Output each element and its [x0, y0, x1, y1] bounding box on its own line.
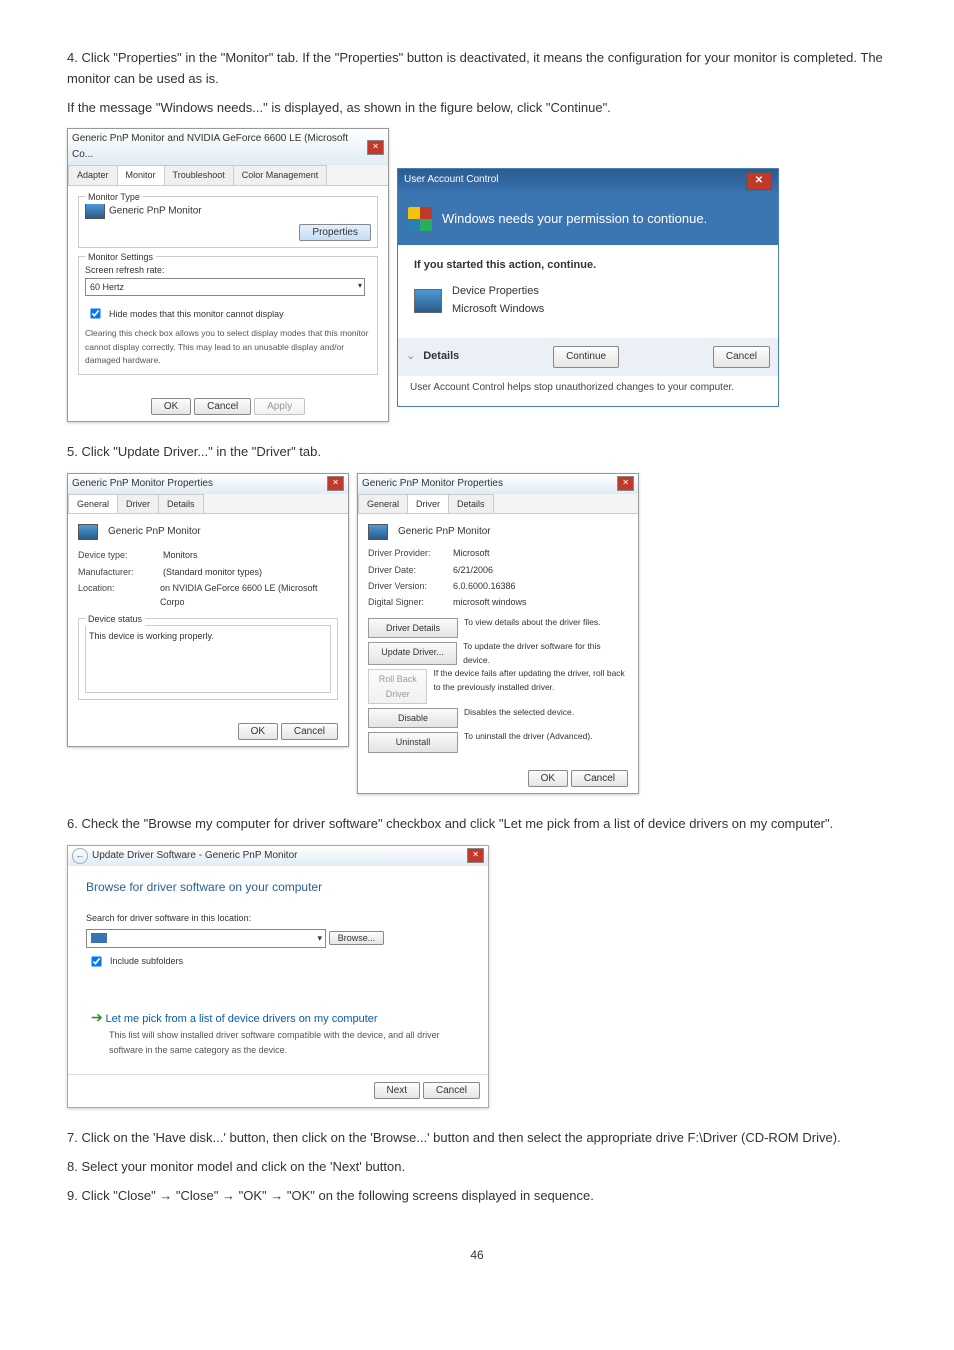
step5: 5. Click "Update Driver..." in the "Driv…	[67, 442, 887, 463]
uac-title: User Account Control	[404, 172, 499, 190]
close-icon[interactable]: ✕	[367, 140, 384, 155]
step9: 9. Click "Close" → "Close" → "OK" → "OK"…	[67, 1186, 887, 1207]
driver-details-button[interactable]: Driver Details	[368, 618, 458, 638]
dialog-title: Generic PnP Monitor and NVIDIA GeForce 6…	[72, 131, 367, 163]
cancel-button[interactable]: Cancel	[281, 723, 338, 740]
tab-driver[interactable]: Driver	[407, 494, 449, 513]
close-icon[interactable]: ✕	[327, 476, 344, 491]
status-text: This device is working properly.	[85, 625, 331, 693]
monitor-icon	[368, 524, 388, 540]
properties-button[interactable]: Properties	[299, 224, 371, 241]
chevron-down-icon[interactable]: ⌄	[406, 348, 415, 366]
ok-button[interactable]: OK	[528, 770, 568, 787]
step8: 8. Select your monitor model and click o…	[67, 1157, 887, 1178]
pick-from-list-option[interactable]: ➔ Let me pick from a list of device driv…	[86, 1001, 470, 1062]
driver-version: 6.0.6000.16386	[453, 579, 516, 593]
apply-button[interactable]: Apply	[254, 398, 305, 415]
include-sub-label: Include subfolders	[110, 954, 183, 968]
tab-adapter[interactable]: Adapter	[68, 165, 118, 184]
uac-started-text: If you started this action, continue.	[414, 257, 762, 275]
device-heading: Generic PnP Monitor	[398, 524, 491, 540]
wizard-title: Update Driver Software - Generic PnP Mon…	[92, 848, 297, 864]
hide-modes-label: Hide modes that this monitor cannot disp…	[109, 307, 284, 321]
monitor-type-label: Monitor Type	[85, 190, 143, 204]
uninstall-button[interactable]: Uninstall	[368, 732, 458, 752]
continue-button[interactable]: Continue	[553, 346, 619, 368]
tab-troubleshoot[interactable]: Troubleshoot	[164, 165, 234, 184]
browse-button[interactable]: Browse...	[329, 931, 385, 945]
dialog-title: Generic PnP Monitor Properties	[72, 476, 213, 492]
location: on NVIDIA GeForce 6600 LE (Microsoft Cor…	[160, 581, 338, 610]
update-driver-wizard: ← Update Driver Software - Generic PnP M…	[67, 845, 489, 1108]
monitor-icon	[85, 203, 105, 219]
next-button[interactable]: Next	[374, 1082, 421, 1099]
uac-prop-name: Device Properties	[452, 283, 544, 301]
shield-icon	[408, 207, 432, 231]
tab-details[interactable]: Details	[448, 494, 494, 513]
step6: 6. Check the "Browse my computer for dri…	[67, 814, 887, 835]
status-group-label: Device status	[85, 612, 145, 626]
close-icon[interactable]: ✕	[746, 172, 772, 190]
search-label: Search for driver software in this locat…	[86, 911, 470, 925]
arrow-icon: ➔	[91, 1009, 103, 1025]
uac-details[interactable]: Details	[423, 348, 459, 366]
driver-date: 6/21/2006	[453, 563, 493, 577]
figure-step6: ← Update Driver Software - Generic PnP M…	[67, 845, 887, 1108]
monitor-icon	[78, 524, 98, 540]
monitor-settings-label: Monitor Settings	[85, 250, 156, 264]
figure-step5: Generic PnP Monitor Properties ✕ General…	[67, 473, 887, 794]
digital-signer: microsoft windows	[453, 595, 527, 609]
pick-label: Let me pick from a list of device driver…	[106, 1013, 378, 1025]
ok-button[interactable]: OK	[151, 398, 191, 415]
device-heading: Generic PnP Monitor	[108, 524, 201, 540]
device-type: Monitors	[163, 548, 198, 562]
driver-provider: Microsoft	[453, 546, 490, 560]
disable-button[interactable]: Disable	[368, 708, 458, 728]
tab-details[interactable]: Details	[158, 494, 204, 513]
tab-general[interactable]: General	[68, 494, 118, 513]
cancel-button[interactable]: Cancel	[713, 346, 770, 368]
hide-modes-checkbox[interactable]	[90, 309, 100, 319]
refresh-rate-dropdown[interactable]: 60 Hertz	[85, 278, 365, 296]
page-number: 46	[67, 1246, 887, 1265]
dialog-title: Generic PnP Monitor Properties	[362, 476, 503, 492]
monitor-properties-dialog: Generic PnP Monitor and NVIDIA GeForce 6…	[67, 128, 389, 422]
uac-banner-text: Windows needs your permission to contion…	[442, 209, 707, 230]
uac-dialog: User Account Control ✕ Windows needs you…	[397, 168, 779, 407]
cancel-button[interactable]: Cancel	[423, 1082, 480, 1099]
pick-desc: This list will show installed driver sof…	[109, 1028, 465, 1057]
hide-modes-desc: Clearing this check box allows you to se…	[85, 327, 371, 368]
driver-properties-dialog: Generic PnP Monitor Properties ✕ General…	[357, 473, 639, 794]
general-properties-dialog: Generic PnP Monitor Properties ✕ General…	[67, 473, 349, 747]
close-icon[interactable]: ✕	[467, 848, 484, 863]
tab-monitor[interactable]: Monitor	[117, 165, 165, 184]
back-icon[interactable]: ←	[72, 848, 88, 864]
ok-button[interactable]: OK	[238, 723, 278, 740]
tab-color[interactable]: Color Management	[233, 165, 328, 184]
tab-driver[interactable]: Driver	[117, 494, 159, 513]
figure-step4: Generic PnP Monitor and NVIDIA GeForce 6…	[67, 128, 887, 422]
rollback-button[interactable]: Roll Back Driver	[368, 669, 427, 704]
step4-b: If the message "Windows needs..." is dis…	[67, 98, 887, 119]
path-input[interactable]	[86, 929, 326, 947]
uac-prop-pub: Microsoft Windows	[452, 301, 544, 319]
manufacturer: (Standard monitor types)	[163, 565, 262, 579]
uac-note: User Account Control helps stop unauthor…	[398, 376, 778, 406]
monitor-type-value: Generic PnP Monitor	[109, 205, 202, 216]
cancel-button[interactable]: Cancel	[194, 398, 251, 415]
step7: 7. Click on the 'Have disk...' button, t…	[67, 1128, 887, 1149]
close-icon[interactable]: ✕	[617, 476, 634, 491]
refresh-label: Screen refresh rate:	[85, 263, 371, 277]
wizard-heading: Browse for driver software on your compu…	[86, 878, 470, 897]
monitor-icon	[414, 289, 442, 313]
tab-general[interactable]: General	[358, 494, 408, 513]
step4-a: 4. Click "Properties" in the "Monitor" t…	[67, 48, 887, 90]
update-driver-button[interactable]: Update Driver...	[368, 642, 457, 665]
include-subfolders-checkbox[interactable]	[91, 956, 101, 966]
cancel-button[interactable]: Cancel	[571, 770, 628, 787]
